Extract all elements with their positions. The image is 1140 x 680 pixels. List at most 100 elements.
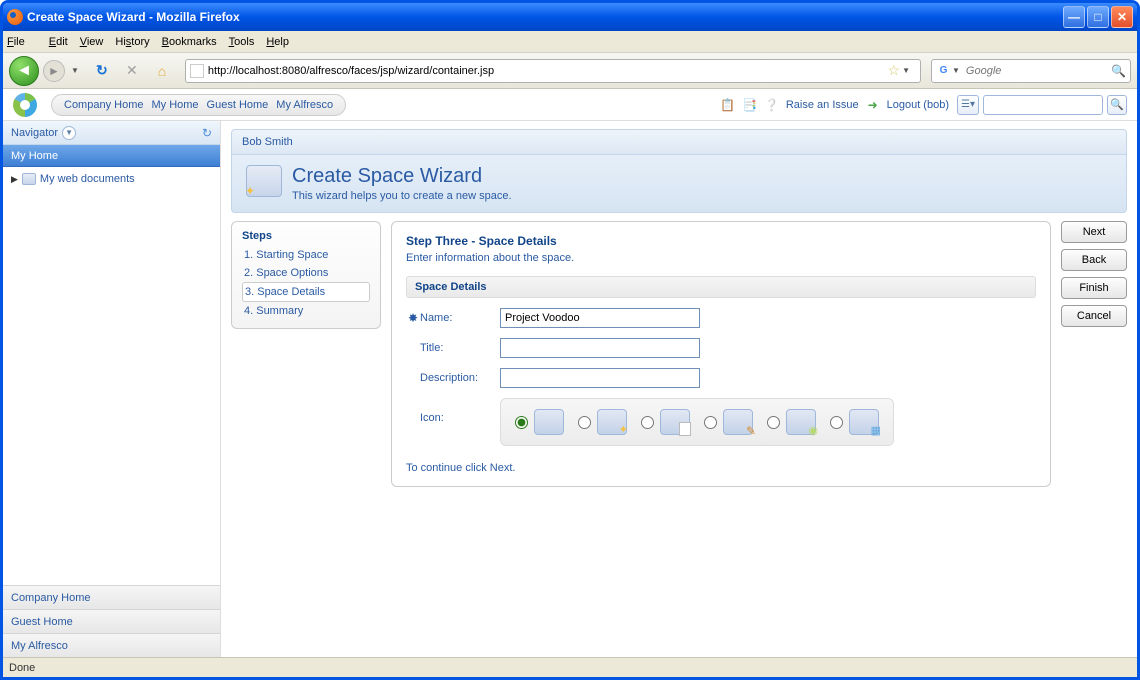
logout-icon: ➜ — [865, 97, 881, 113]
navigator-selected-item[interactable]: My Home — [3, 145, 220, 167]
folder-icon — [22, 173, 36, 185]
menu-history[interactable]: History — [115, 36, 149, 48]
name-input[interactable] — [500, 308, 700, 328]
help-icon[interactable]: ❔ — [764, 97, 780, 113]
required-icon: ✸ — [406, 311, 420, 325]
search-input[interactable] — [966, 65, 1111, 77]
cancel-button[interactable]: Cancel — [1061, 305, 1127, 327]
page-icon — [190, 64, 204, 78]
browser-statusbar: Done — [3, 657, 1137, 677]
navigator-sidebar: Navigator ▼ ↻ My Home ▶ My web documents… — [3, 121, 221, 657]
nav-my-alfresco[interactable]: My Alfresco — [276, 99, 333, 111]
wizard-subtitle: This wizard helps you to create a new sp… — [292, 190, 512, 202]
alfresco-search-button[interactable]: 🔍 — [1107, 95, 1127, 115]
logout-link[interactable]: Logout (bob) — [887, 99, 949, 111]
menu-tools[interactable]: Tools — [229, 36, 255, 48]
google-icon[interactable]: G — [936, 64, 950, 78]
wizard-title: Create Space Wizard — [292, 165, 512, 188]
home-button[interactable]: ⌂ — [151, 60, 173, 82]
continue-hint: To continue click Next. — [406, 462, 1036, 474]
back-button[interactable]: Back — [1061, 249, 1127, 271]
icon-radio-6[interactable] — [830, 416, 843, 429]
step-2[interactable]: 2. Space Options — [242, 264, 370, 282]
next-button[interactable]: Next — [1061, 221, 1127, 243]
forward-button[interactable]: ► — [43, 60, 65, 82]
tree-item-label: My web documents — [40, 173, 135, 185]
bookmark-star-icon[interactable]: ☆ — [888, 62, 901, 79]
step-description: Enter information about the space. — [406, 252, 1036, 264]
alfresco-search-input[interactable] — [983, 95, 1103, 115]
description-input[interactable] — [500, 368, 700, 388]
history-dropdown-icon[interactable]: ▼ — [71, 66, 79, 75]
browser-search-bar[interactable]: G ▼ 🔍 — [931, 59, 1131, 83]
window-maximize-button[interactable]: □ — [1087, 6, 1109, 28]
icon-radio-1[interactable] — [515, 416, 528, 429]
window-close-button[interactable]: ✕ — [1111, 6, 1133, 28]
navigator-label: Navigator — [11, 127, 58, 139]
address-bar[interactable]: ☆ ▼ — [185, 59, 921, 83]
stop-button[interactable]: ✕ — [121, 60, 143, 82]
wizard-form-panel: Step Three - Space Details Enter informa… — [391, 221, 1051, 487]
step-4[interactable]: 4. Summary — [242, 302, 370, 320]
icon-radio-5[interactable] — [767, 416, 780, 429]
window-minimize-button[interactable]: — — [1063, 6, 1085, 28]
steps-heading: Steps — [242, 230, 370, 242]
icon-picker — [500, 398, 894, 446]
tree-expand-icon[interactable]: ▶ — [11, 174, 18, 185]
alfresco-search: ☰▾ 🔍 — [957, 95, 1127, 115]
reload-button[interactable]: ↻ — [91, 60, 113, 82]
space-icon-pen[interactable] — [723, 409, 753, 435]
firefox-icon — [7, 9, 23, 25]
navigator-header: Navigator ▼ ↻ — [3, 121, 220, 145]
space-icon-star[interactable] — [597, 409, 627, 435]
raise-issue-link[interactable]: Raise an Issue — [786, 99, 859, 111]
icon-radio-3[interactable] — [641, 416, 654, 429]
name-label: Name: — [420, 312, 500, 324]
search-engine-dropdown-icon[interactable]: ▼ — [952, 66, 960, 75]
menu-edit[interactable]: Edit — [49, 36, 68, 48]
alfresco-breadcrumb-nav: Company Home My Home Guest Home My Alfre… — [51, 94, 346, 116]
breadcrumb[interactable]: Bob Smith — [231, 129, 1127, 155]
wizard-steps-panel: Steps 1. Starting Space 2. Space Options… — [231, 221, 381, 329]
browser-menubar: File Edit View History Bookmarks Tools H… — [3, 31, 1137, 53]
search-scope-selector[interactable]: ☰▾ — [957, 95, 979, 115]
menu-file[interactable]: File — [7, 36, 37, 48]
sidebar-link-company-home[interactable]: Company Home — [3, 585, 220, 609]
navigator-refresh-icon[interactable]: ↻ — [202, 126, 212, 140]
url-input[interactable] — [208, 65, 884, 77]
shelf-icon[interactable]: 📑 — [742, 97, 758, 113]
window-title: Create Space Wizard - Mozilla Firefox — [27, 10, 240, 24]
wizard-header-icon — [246, 165, 282, 197]
space-icon-plain[interactable] — [534, 409, 564, 435]
icon-radio-4[interactable] — [704, 416, 717, 429]
clipboard-icon[interactable]: 📋 — [720, 97, 736, 113]
navigator-dropdown-icon[interactable]: ▼ — [62, 126, 76, 140]
url-dropdown-icon[interactable]: ▼ — [902, 66, 910, 75]
status-text: Done — [9, 662, 35, 674]
menu-view[interactable]: View — [80, 36, 104, 48]
search-go-icon[interactable]: 🔍 — [1111, 64, 1126, 78]
finish-button[interactable]: Finish — [1061, 277, 1127, 299]
step-3[interactable]: 3. Space Details — [242, 282, 370, 302]
space-icon-doc[interactable] — [660, 409, 690, 435]
menu-bookmarks[interactable]: Bookmarks — [162, 36, 217, 48]
icon-label: Icon: — [420, 398, 500, 424]
title-input[interactable] — [500, 338, 700, 358]
space-icon-picture[interactable] — [849, 409, 879, 435]
title-label: Title: — [420, 342, 500, 354]
space-icon-disc[interactable] — [786, 409, 816, 435]
step-1[interactable]: 1. Starting Space — [242, 246, 370, 264]
sidebar-link-my-alfresco[interactable]: My Alfresco — [3, 633, 220, 657]
description-label: Description: — [420, 372, 500, 384]
nav-my-home[interactable]: My Home — [151, 99, 198, 111]
browser-nav-toolbar: ◄ ► ▼ ↻ ✕ ⌂ ☆ ▼ G ▼ 🔍 — [3, 53, 1137, 89]
alfresco-topbar: Company Home My Home Guest Home My Alfre… — [3, 89, 1137, 121]
nav-guest-home[interactable]: Guest Home — [207, 99, 269, 111]
menu-help[interactable]: Help — [266, 36, 289, 48]
section-heading: Space Details — [406, 276, 1036, 298]
icon-radio-2[interactable] — [578, 416, 591, 429]
sidebar-link-guest-home[interactable]: Guest Home — [3, 609, 220, 633]
back-button[interactable]: ◄ — [9, 56, 39, 86]
tree-item-my-web-documents[interactable]: ▶ My web documents — [11, 173, 212, 185]
nav-company-home[interactable]: Company Home — [64, 99, 143, 111]
